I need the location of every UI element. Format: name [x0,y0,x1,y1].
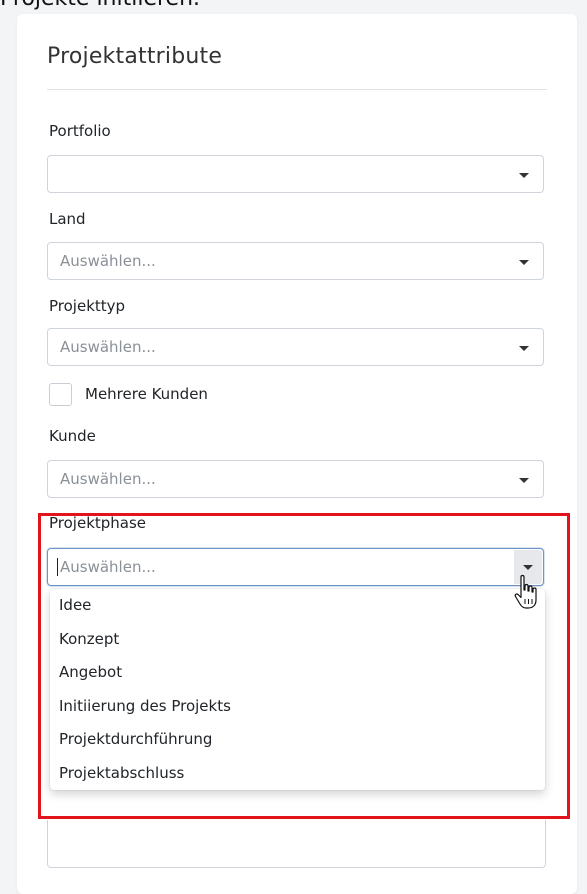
land-select[interactable]: Auswählen... [47,242,544,280]
portfolio-select[interactable] [47,155,544,193]
kunde-label: Kunde [49,427,96,445]
title-divider [47,89,547,90]
kunde-placeholder: Auswählen... [60,470,156,488]
caret-down-icon [519,260,529,265]
mehrere-kunden-checkbox[interactable] [49,383,72,406]
next-field-select[interactable] [47,820,546,868]
mehrere-kunden-label[interactable]: Mehrere Kunden [85,385,208,403]
land-label: Land [49,210,86,228]
page-title-partial: Projekte initiieren. [0,0,200,11]
portfolio-label: Portfolio [49,122,111,140]
projekttyp-placeholder: Auswählen... [60,338,156,356]
highlight-frame [38,513,570,819]
caret-down-icon [519,478,529,483]
hand-pointer-icon [514,574,537,609]
land-placeholder: Auswählen... [60,252,156,270]
kunde-select[interactable]: Auswählen... [47,460,544,498]
projekttyp-label: Projekttyp [49,297,126,315]
caret-down-icon [519,346,529,351]
caret-down-icon [519,173,529,178]
projekttyp-select[interactable]: Auswählen... [47,328,544,366]
card-title: Projektattribute [47,44,223,69]
